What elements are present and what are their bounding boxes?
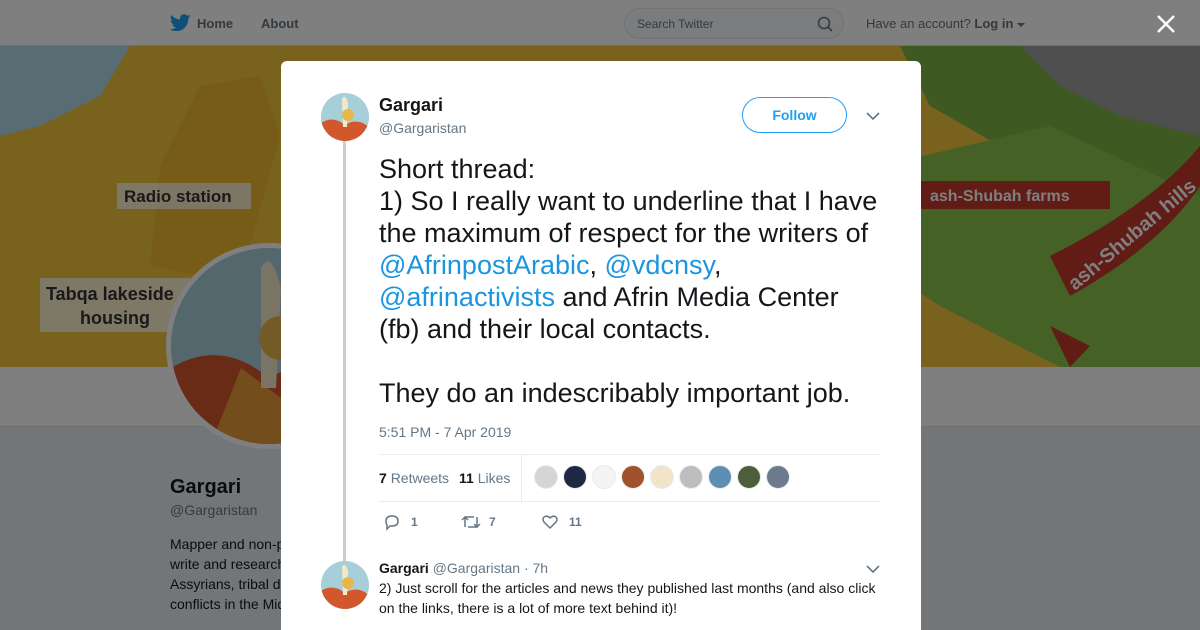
likes-count: 11 — [459, 470, 474, 486]
tweet-modal: Gargari @Gargaristan Follow Short thread… — [281, 61, 921, 630]
tweet-line: They do an indescribably important job. — [379, 378, 851, 408]
author-name[interactable]: Gargari — [379, 95, 443, 116]
liker-avatar[interactable] — [592, 465, 616, 489]
liker-avatar[interactable] — [766, 465, 790, 489]
tweet-line: Short thread: — [379, 154, 536, 184]
mention-link[interactable]: @AfrinpostArabic — [379, 250, 590, 280]
tweet-paragraph: 1) So I really want to underline that I … — [379, 185, 884, 345]
reply-author-avatar[interactable] — [321, 561, 369, 609]
mention-link[interactable]: @afrinactivists — [379, 282, 555, 312]
reply-icon — [385, 515, 399, 531]
reply-author-name[interactable]: Gargari — [379, 560, 429, 576]
tweet-text: Short thread: 1) So I really want to und… — [379, 153, 884, 409]
liker-avatar[interactable] — [679, 465, 703, 489]
tweet-actions: 1 7 11 — [379, 511, 679, 535]
liker-avatar[interactable] — [563, 465, 587, 489]
retweets-label: Retweets — [390, 470, 450, 486]
liker-avatar[interactable] — [708, 465, 732, 489]
author-handle[interactable]: @Gargaristan — [379, 120, 466, 136]
retweets-stat[interactable]: 7 Retweets — [379, 470, 449, 486]
retweet-count: 7 — [489, 515, 496, 529]
reply-header: Gargari @Gargaristan · 7h — [379, 560, 548, 576]
tweet-text-part: , — [589, 250, 605, 280]
mention-link[interactable]: @vdcnsy — [605, 250, 714, 280]
reply-author-handle[interactable]: @Gargaristan — [433, 560, 520, 576]
follow-button[interactable]: Follow — [742, 97, 847, 133]
reply-time[interactable]: · 7h — [524, 560, 548, 576]
liker-avatar[interactable] — [621, 465, 645, 489]
likes-stat[interactable]: 11 Likes — [459, 470, 510, 486]
reply-count: 1 — [411, 515, 418, 529]
stats-divider — [521, 455, 522, 501]
reply-tweet-text: 2) Just scroll for the articles and news… — [379, 580, 876, 616]
chevron-down-icon[interactable] — [866, 111, 880, 121]
author-avatar[interactable] — [321, 93, 369, 141]
chevron-down-icon[interactable] — [866, 564, 880, 574]
tweet-timestamp[interactable]: 5:51 PM - 7 Apr 2019 — [379, 424, 511, 440]
liker-avatar[interactable] — [650, 465, 674, 489]
liker-avatar[interactable] — [534, 465, 558, 489]
tweet-text-part: , — [713, 250, 722, 280]
tweet-stats: 7 Retweets 11 Likes — [379, 454, 881, 502]
liker-avatar[interactable] — [737, 465, 761, 489]
like-count: 11 — [569, 515, 582, 529]
retweet-icon — [461, 515, 481, 529]
likes-label: Likes — [477, 470, 511, 486]
retweets-count: 7 — [379, 470, 387, 486]
tweet-text-part: 1) So I really want to underline that I … — [379, 186, 878, 248]
thread-line — [343, 141, 346, 561]
heart-icon — [542, 515, 558, 530]
close-icon[interactable] — [1154, 12, 1178, 36]
